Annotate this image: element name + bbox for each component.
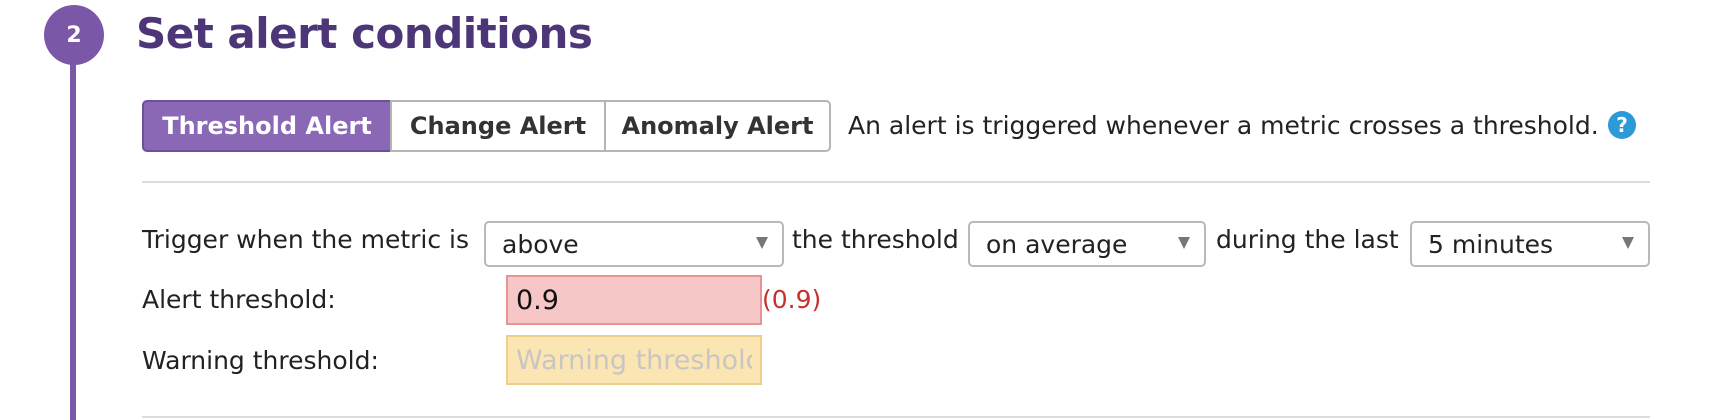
warning-threshold-input[interactable] bbox=[506, 335, 762, 385]
tab-threshold-alert[interactable]: Threshold Alert bbox=[142, 100, 392, 152]
time-window-select-value: 5 minutes bbox=[1428, 230, 1554, 259]
chevron-down-icon bbox=[1622, 237, 1634, 249]
step-number-badge: 2 bbox=[44, 5, 104, 65]
tab-anomaly-alert[interactable]: Anomaly Alert bbox=[604, 100, 831, 152]
comparison-select-value: above bbox=[502, 230, 579, 259]
aggregation-select-value: on average bbox=[986, 230, 1128, 259]
alert-type-description: An alert is triggered whenever a metric … bbox=[848, 111, 1599, 140]
chevron-down-icon bbox=[1178, 237, 1190, 249]
warning-threshold-label: Warning threshold: bbox=[142, 346, 379, 375]
alert-threshold-label: Alert threshold: bbox=[142, 285, 336, 314]
alert-conditions-section: 2 Set alert conditions Threshold Alert C… bbox=[0, 0, 1734, 420]
tab-change-alert[interactable]: Change Alert bbox=[390, 100, 606, 152]
chevron-down-icon bbox=[756, 237, 768, 249]
divider bbox=[142, 416, 1650, 418]
step-rail bbox=[70, 30, 76, 420]
alert-threshold-input[interactable] bbox=[506, 275, 762, 325]
time-window-select[interactable]: 5 minutes bbox=[1410, 221, 1650, 267]
during-label: during the last bbox=[1216, 225, 1399, 254]
comparison-select[interactable]: above bbox=[484, 221, 784, 267]
alert-threshold-echo: (0.9) bbox=[762, 285, 822, 314]
section-title: Set alert conditions bbox=[136, 9, 593, 58]
aggregation-select[interactable]: on average bbox=[968, 221, 1206, 267]
question-mark-icon[interactable]: ? bbox=[1608, 111, 1636, 139]
threshold-label: the threshold bbox=[792, 225, 959, 254]
trigger-prefix-label: Trigger when the metric is bbox=[142, 225, 470, 254]
alert-type-tabs: Threshold Alert Change Alert Anomaly Ale… bbox=[142, 100, 831, 152]
divider bbox=[142, 181, 1650, 183]
